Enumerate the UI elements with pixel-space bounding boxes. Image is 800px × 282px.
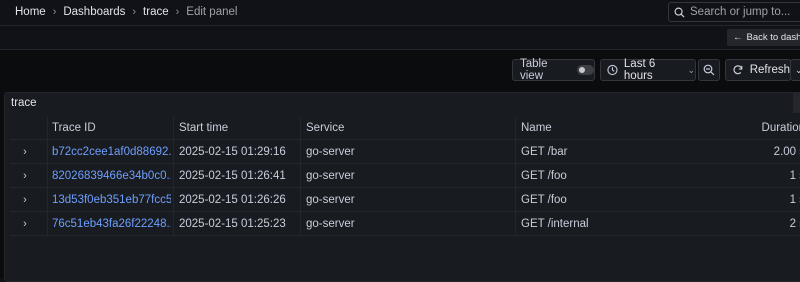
name-cell: GET /internal	[515, 212, 695, 235]
column-header-start-time[interactable]: Start time	[173, 117, 297, 139]
duration-cell: 2 s	[730, 212, 800, 235]
time-range-label: Last 6 hours	[624, 58, 682, 82]
trace-panel: trace ⋮ Trace ID Start time Service Name…	[4, 92, 800, 282]
table-view-switch[interactable]	[577, 65, 594, 75]
top-nav-bar: Home › Dashboards › trace › Edit panel S…	[0, 0, 800, 26]
chevron-right-icon: ›	[23, 194, 27, 206]
start-time-cell: 2025-02-15 01:29:16	[173, 140, 297, 163]
clock-icon	[607, 64, 618, 76]
table-header-row: Trace ID Start time Service Name Duratio…	[10, 117, 800, 140]
breadcrumb-dashboard-trace[interactable]: trace	[143, 6, 169, 18]
chevron-right-icon: ›	[132, 6, 136, 18]
name-cell: GET /foo	[515, 164, 695, 187]
chevron-right-icon: ›	[23, 218, 27, 230]
back-button-label: Back to dashboard	[747, 32, 800, 43]
trace-table: Trace ID Start time Service Name Duratio…	[10, 117, 800, 236]
name-cell: GET /bar	[515, 140, 695, 163]
search-input[interactable]: Search or jump to...	[668, 2, 800, 22]
table-row: › 76c51eb43fa26f22248... 2025-02-15 01:2…	[10, 212, 800, 236]
trace-id-link[interactable]: 13d53f0eb351eb77fcc5...	[47, 188, 171, 211]
more-vertical-icon: ⋮	[796, 97, 800, 110]
column-header-duration[interactable]: Duration	[730, 117, 800, 139]
trace-id-link[interactable]: 82026839466e34b0c0...	[47, 164, 171, 187]
start-time-cell: 2025-02-15 01:25:23	[173, 212, 297, 235]
duration-cell: 2.00 s	[730, 140, 800, 163]
table-view-label: Table view	[520, 58, 569, 82]
trace-id-link[interactable]: 76c51eb43fa26f22248...	[47, 212, 171, 235]
chevron-right-icon: ›	[176, 6, 180, 18]
table-row: › b72cc2cee1af0d88692... 2025-02-15 01:2…	[10, 140, 800, 164]
trace-id-link[interactable]: b72cc2cee1af0d88692...	[47, 140, 171, 163]
panel-title: trace	[11, 97, 37, 109]
service-cell: go-server	[300, 188, 513, 211]
table-row: › 82026839466e34b0c0... 2025-02-15 01:26…	[10, 164, 800, 188]
expand-row-button[interactable]: ›	[10, 164, 40, 187]
chevron-down-icon: ⌄	[795, 65, 800, 76]
back-to-dashboard-button[interactable]: ← Back to dashboard	[727, 29, 800, 46]
arrow-left-icon: ←	[733, 32, 743, 43]
expand-row-button[interactable]: ›	[10, 212, 40, 235]
expand-column-header	[10, 117, 40, 139]
table-row: › 13d53f0eb351eb77fcc5... 2025-02-15 01:…	[10, 188, 800, 212]
service-cell: go-server	[300, 212, 513, 235]
chevron-right-icon: ›	[23, 170, 27, 182]
edit-panel-bar: ← Back to dashboard	[0, 26, 800, 50]
column-header-service[interactable]: Service	[300, 117, 513, 139]
panel-menu-button[interactable]: ⋮	[793, 93, 800, 113]
service-cell: go-server	[300, 140, 513, 163]
expand-row-button[interactable]: ›	[10, 188, 40, 211]
breadcrumb-dashboards[interactable]: Dashboards	[63, 6, 125, 18]
refresh-button[interactable]: Refresh	[725, 59, 791, 81]
duration-cell: 1 s	[730, 164, 800, 187]
name-cell: GET /foo	[515, 188, 695, 211]
breadcrumb-current-page: Edit panel	[186, 6, 237, 18]
expand-row-button[interactable]: ›	[10, 140, 40, 163]
time-range-picker[interactable]: Last 6 hours ⌄	[600, 59, 696, 81]
refresh-label: Refresh	[750, 64, 790, 76]
refresh-icon	[732, 64, 744, 76]
chevron-right-icon: ›	[53, 6, 57, 18]
service-cell: go-server	[300, 164, 513, 187]
panel-editor-area: Table view Last 6 hours ⌄ Refresh	[0, 50, 800, 279]
search-placeholder: Search or jump to...	[690, 6, 790, 18]
panel-toolbar: Table view Last 6 hours ⌄ Refresh	[0, 58, 800, 82]
column-header-name[interactable]: Name	[515, 117, 695, 139]
chevron-right-icon: ›	[23, 146, 27, 158]
chevron-down-icon: ⌄	[687, 65, 695, 76]
start-time-cell: 2025-02-15 01:26:41	[173, 164, 297, 187]
zoom-out-button[interactable]	[698, 59, 720, 81]
breadcrumb-home[interactable]: Home	[15, 6, 46, 18]
table-view-toggle[interactable]: Table view	[512, 59, 595, 81]
duration-cell: 1 s	[730, 188, 800, 211]
refresh-interval-dropdown[interactable]: ⌄	[790, 59, 800, 81]
search-icon	[674, 7, 685, 18]
column-header-trace-id[interactable]: Trace ID	[47, 117, 171, 139]
zoom-out-icon	[703, 64, 715, 76]
start-time-cell: 2025-02-15 01:26:26	[173, 188, 297, 211]
breadcrumb: Home › Dashboards › trace › Edit panel	[15, 6, 237, 18]
